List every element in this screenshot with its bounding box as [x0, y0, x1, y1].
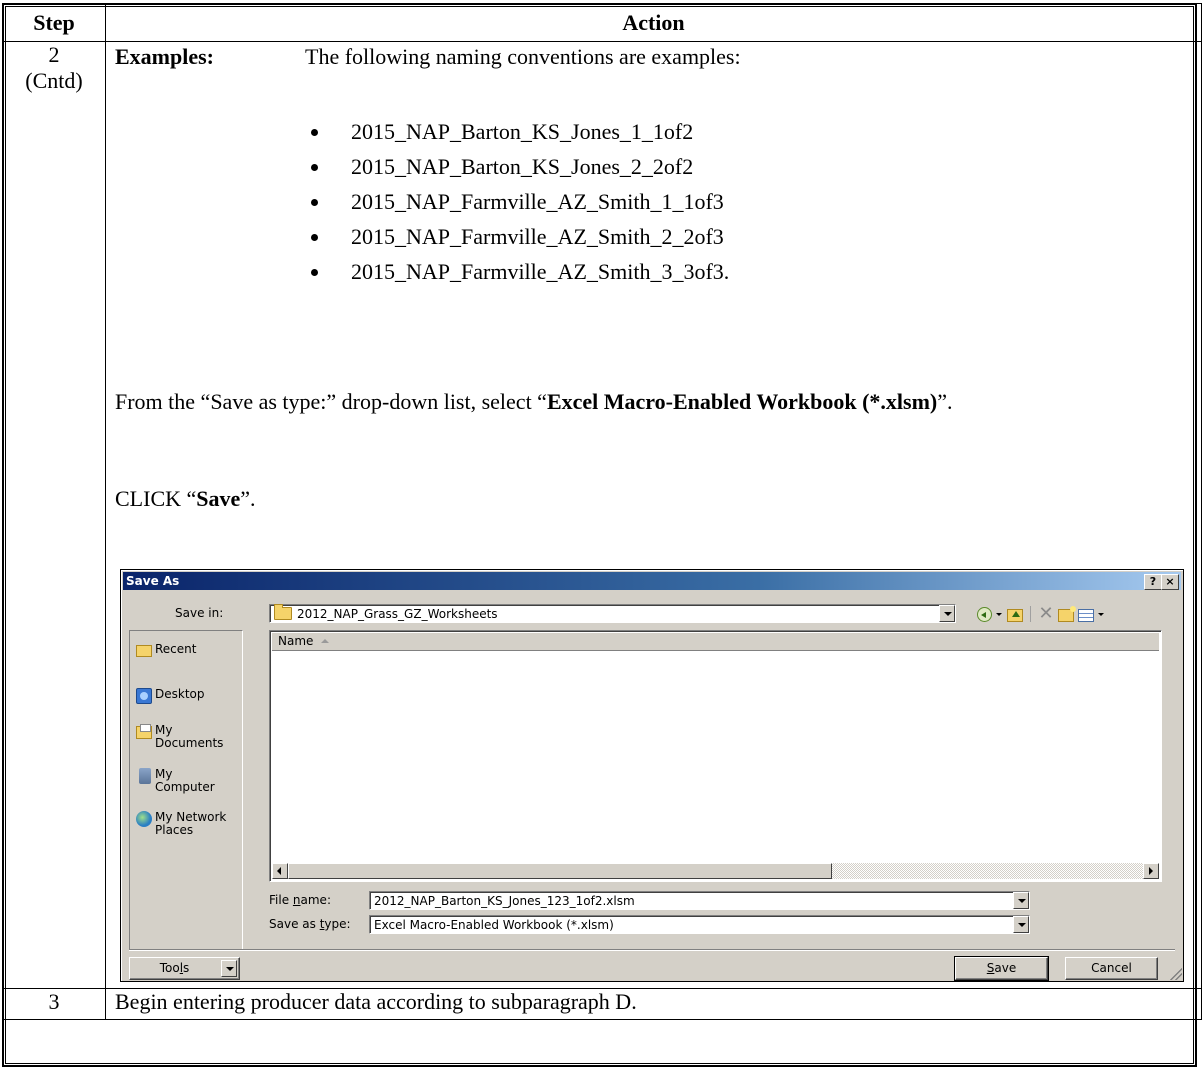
save-in-value: 2012_NAP_Grass_GZ_Worksheets — [297, 607, 498, 621]
save-type-value: Excel Macro-Enabled Workbook (*.xlsm) — [374, 918, 614, 932]
list-item: 2015_NAP_Farmville_AZ_Smith_1_1of3 — [305, 184, 729, 219]
step-continued: (Cntd) — [25, 68, 83, 93]
instruction-text: From the “Save as type:” drop-down list,… — [115, 389, 547, 414]
label-text: ype: — [324, 917, 351, 931]
place-label-block: My Documents — [155, 724, 223, 750]
label-text: Save as — [269, 917, 320, 931]
file-list[interactable]: Name — [269, 630, 1162, 882]
documents-icon — [136, 724, 152, 739]
list-item: 2015_NAP_Farmville_AZ_Smith_2_2of3 — [305, 219, 729, 254]
file-name-label: File name: — [269, 893, 331, 907]
click-save-instruction: CLICK “Save”. — [115, 486, 256, 512]
instruction-text: ”. — [937, 389, 953, 414]
save-as-dialog: Save As ? × Save in: 2012_NAP_Grass_GZ_W… — [120, 569, 1184, 982]
action-header: Action — [105, 3, 1202, 42]
place-label: My — [155, 767, 173, 781]
dialog-title: Save As — [126, 574, 180, 588]
tools-button[interactable]: Tools — [129, 957, 240, 980]
places-bar: Recent Desktop MyDocuments MyComputer — [129, 630, 243, 950]
place-recent[interactable]: Recent — [136, 643, 196, 657]
up-folder-icon[interactable] — [1007, 608, 1023, 622]
dialog-titlebar: Save As ? × — [123, 572, 1181, 590]
chevron-down-icon[interactable] — [221, 960, 237, 977]
place-my-documents[interactable]: My Documents — [136, 724, 223, 750]
button-text: ave — [994, 961, 1017, 975]
help-button[interactable]: ? — [1144, 574, 1162, 590]
header-row: Step Action — [2, 3, 1202, 42]
save-in-label: Save in: — [175, 606, 224, 620]
place-label: Documents — [155, 736, 224, 750]
instruction-bold: Excel Macro-Enabled Workbook (*.xlsm) — [546, 389, 938, 414]
place-my-computer[interactable]: My Computer — [136, 768, 215, 794]
procedure-table: Step Action 2 (Cntd) Examples: The follo… — [2, 3, 1202, 1020]
place-my-network[interactable]: My Network Places — [136, 811, 226, 837]
place-label: My — [155, 723, 173, 737]
back-dropdown-icon[interactable] — [996, 606, 1003, 622]
place-label: Computer — [155, 780, 215, 794]
list-item: 2015_NAP_Barton_KS_Jones_2_2of2 — [305, 149, 729, 184]
table-row: 3 Begin entering producer data according… — [2, 988, 1202, 1020]
scroll-left-icon[interactable] — [272, 863, 288, 879]
label-accel: n — [292, 893, 301, 907]
cancel-button[interactable]: Cancel — [1065, 957, 1158, 980]
new-folder-icon[interactable] — [1058, 605, 1076, 622]
views-icon[interactable] — [1078, 608, 1094, 622]
button-text: s — [183, 961, 190, 975]
network-icon — [136, 811, 152, 827]
chevron-down-icon[interactable] — [1013, 916, 1029, 933]
label-text: File — [269, 893, 293, 907]
save-button[interactable]: Save — [954, 956, 1049, 981]
folder-icon — [274, 604, 292, 620]
computer-icon — [139, 768, 151, 784]
list-item: 2015_NAP_Barton_KS_Jones_1_1of2 — [305, 114, 729, 149]
list-item: 2015_NAP_Farmville_AZ_Smith_3_3of3. — [305, 254, 729, 289]
recent-folder-icon — [136, 645, 152, 657]
save-type-dropdown[interactable]: Excel Macro-Enabled Workbook (*.xlsm) — [369, 915, 1030, 934]
button-text: Too — [159, 961, 180, 975]
views-dropdown-icon[interactable] — [1098, 606, 1105, 622]
step-number: 2 — [48, 42, 60, 67]
label-text: ame: — [300, 893, 331, 907]
desktop-icon — [136, 688, 152, 704]
place-label: Places — [155, 823, 194, 837]
save-type-label: Save as type: — [269, 917, 351, 931]
file-name-input[interactable]: 2012_NAP_Barton_KS_Jones_123_1of2.xlsm — [369, 891, 1030, 910]
step-cell: 3 — [2, 988, 106, 1020]
chevron-down-icon[interactable] — [939, 605, 955, 622]
place-label: Desktop — [155, 687, 205, 701]
chevron-down-icon[interactable] — [1013, 892, 1029, 909]
save-in-dropdown[interactable]: 2012_NAP_Grass_GZ_Worksheets — [269, 604, 956, 623]
place-label: My Network — [155, 810, 227, 824]
examples-list: 2015_NAP_Barton_KS_Jones_1_1of2 2015_NAP… — [305, 114, 729, 289]
step-header: Step — [2, 3, 106, 42]
horizontal-scrollbar[interactable] — [272, 863, 1159, 879]
examples-label: Examples: — [115, 44, 214, 69]
place-label-block: My Computer — [155, 768, 215, 794]
instruction-bold: Save — [196, 486, 241, 511]
table-row: 2 (Cntd) Examples: The following naming … — [2, 41, 1202, 989]
divider — [129, 949, 1175, 951]
back-icon[interactable] — [977, 606, 992, 622]
place-desktop[interactable]: Desktop — [136, 688, 205, 704]
column-label: Name — [278, 634, 314, 648]
delete-icon[interactable]: ✕ — [1038, 605, 1054, 623]
scroll-thumb[interactable] — [288, 863, 832, 879]
instruction-text: CLICK “ — [115, 486, 197, 511]
step-cell: 2 (Cntd) — [2, 41, 106, 989]
column-header-name[interactable]: Name — [272, 633, 1159, 651]
place-label: Recent — [155, 642, 197, 656]
action-cell: Begin entering producer data according t… — [105, 988, 1202, 1020]
resize-grip-icon[interactable] — [1170, 968, 1182, 980]
scroll-right-icon[interactable] — [1143, 863, 1159, 879]
save-type-instruction: From the “Save as type:” drop-down list,… — [115, 386, 1015, 418]
file-name-value: 2012_NAP_Barton_KS_Jones_123_1of2.xlsm — [374, 894, 635, 908]
action-cell: Examples: The following naming conventio… — [105, 41, 1202, 989]
examples-intro: The following naming conventions are exa… — [305, 44, 741, 69]
sort-arrow-icon — [321, 639, 330, 643]
dialog-toolbar: ✕ — [977, 604, 1105, 624]
place-label-block: My Network Places — [155, 811, 226, 837]
instruction-text: ”. — [240, 486, 256, 511]
toolbar-separator — [1030, 606, 1031, 622]
close-button[interactable]: × — [1161, 574, 1179, 590]
